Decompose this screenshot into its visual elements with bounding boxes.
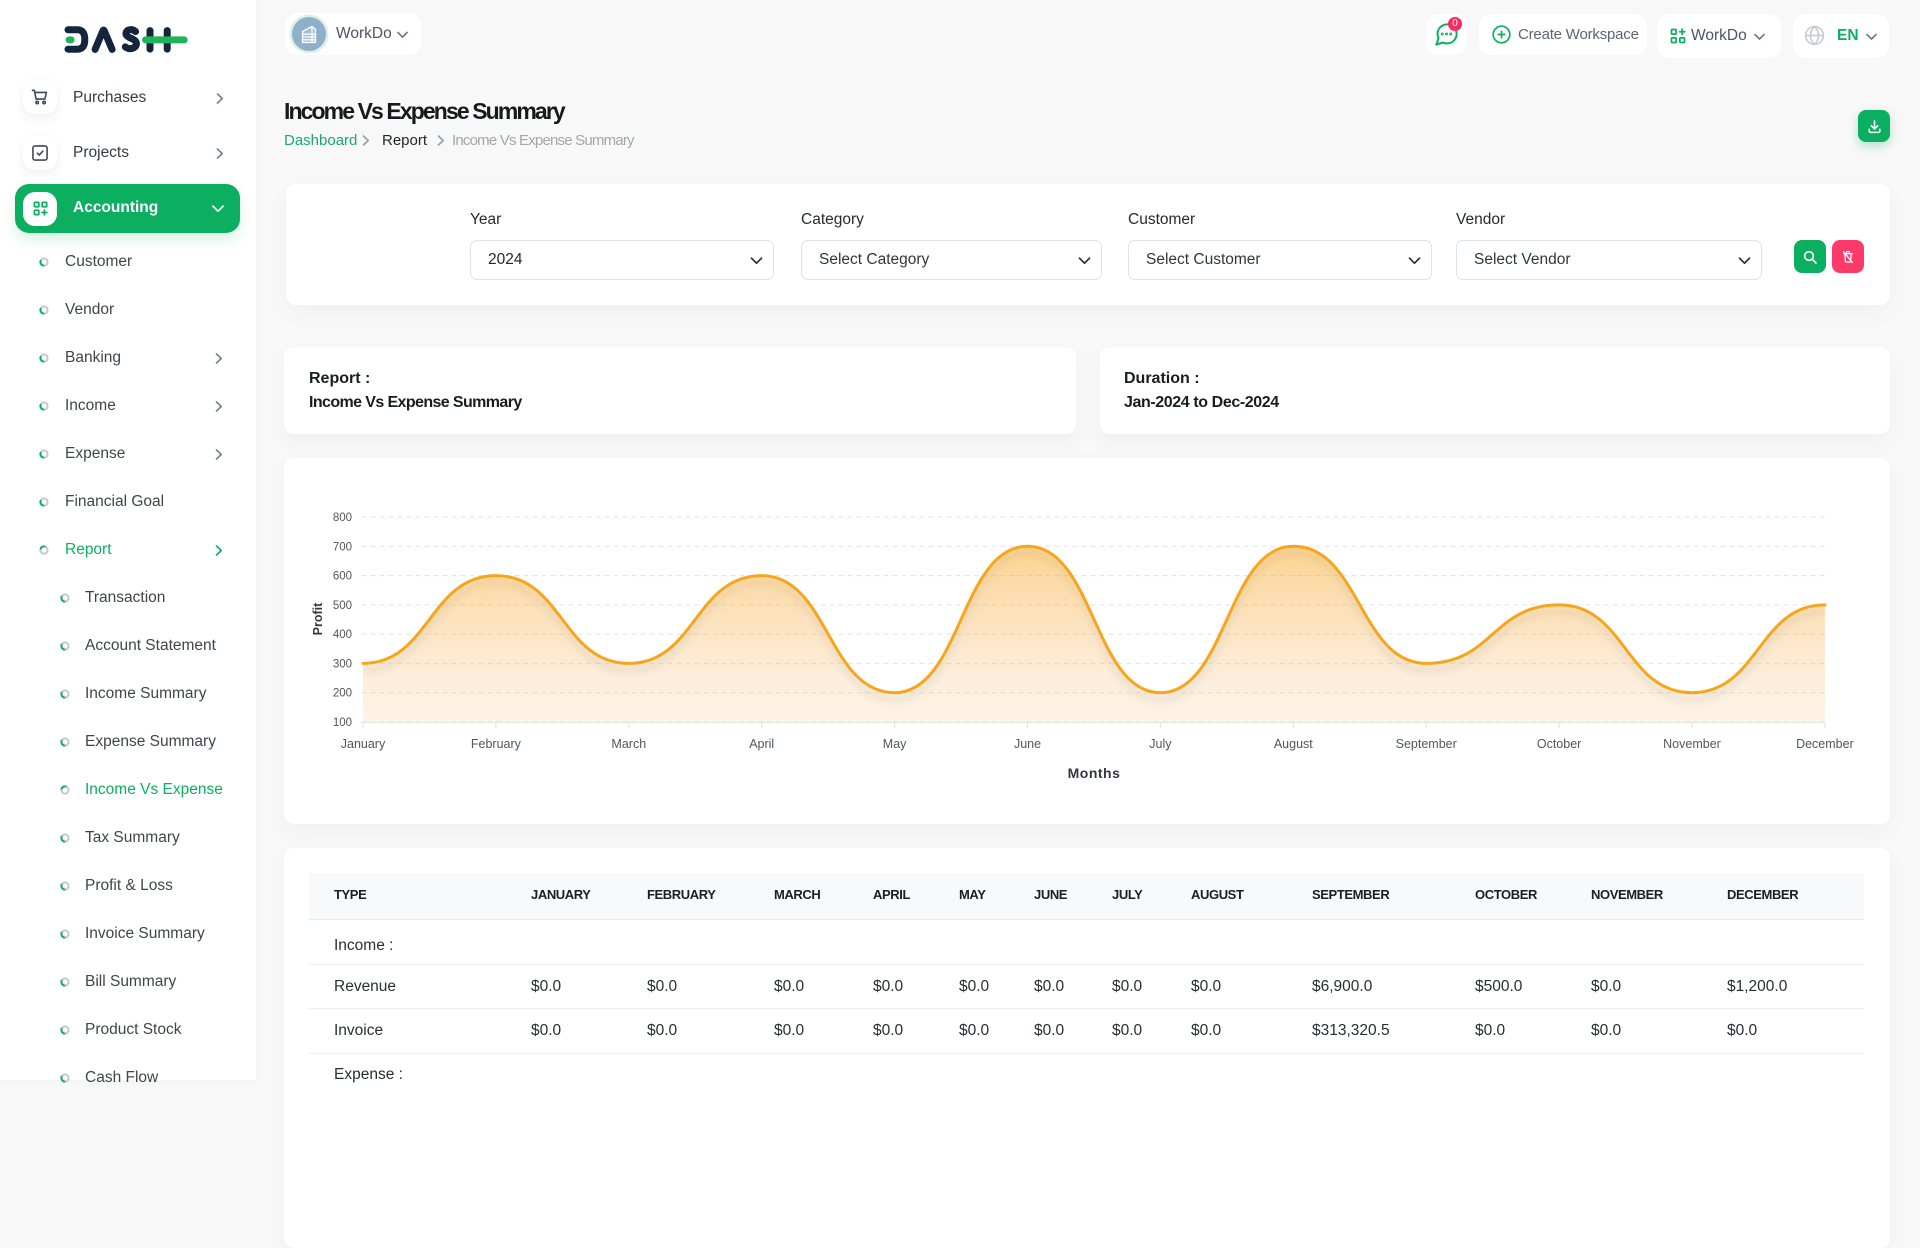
svg-text:January: January [341,737,386,751]
svg-text:Months: Months [1068,765,1121,781]
svg-text:300: 300 [333,658,352,670]
svg-text:100: 100 [333,717,352,729]
svg-text:May: May [883,737,907,751]
svg-text:Profit: Profit [311,602,325,635]
svg-text:800: 800 [333,512,352,524]
svg-text:200: 200 [333,688,352,700]
svg-text:600: 600 [333,571,352,583]
svg-text:September: September [1396,737,1457,751]
svg-text:March: March [611,737,646,751]
svg-text:July: July [1149,737,1172,751]
svg-text:November: November [1663,737,1721,751]
svg-text:500: 500 [333,600,352,612]
svg-text:June: June [1014,737,1041,751]
svg-text:April: April [749,737,774,751]
svg-text:October: October [1537,737,1581,751]
svg-text:700: 700 [333,541,352,553]
svg-text:400: 400 [333,629,352,641]
svg-text:December: December [1796,737,1854,751]
svg-text:August: August [1274,737,1313,751]
svg-text:February: February [471,737,522,751]
